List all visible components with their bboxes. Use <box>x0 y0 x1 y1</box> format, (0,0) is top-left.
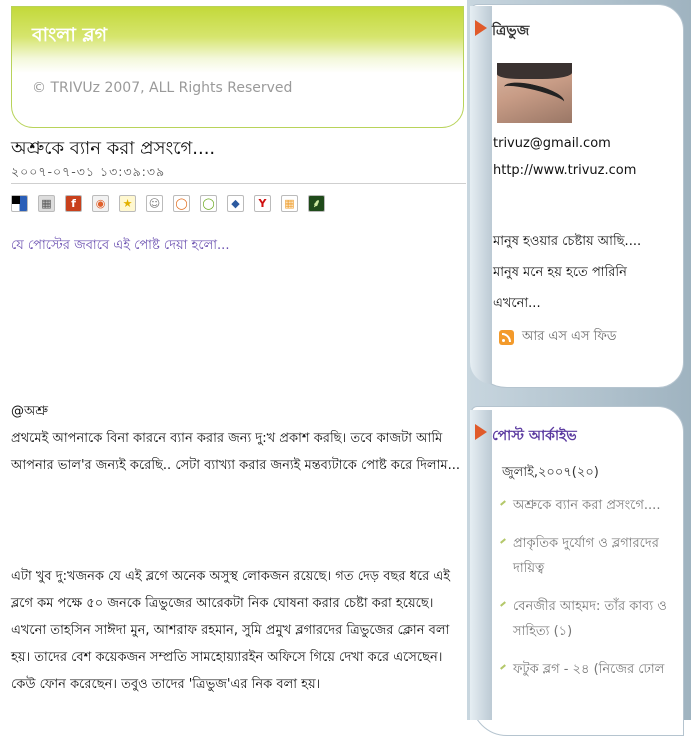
avatar-glasses <box>501 77 567 112</box>
archive-post-link[interactable]: ফটুক ব্লগ - ২৪ (নিজের ঢোল <box>500 657 680 682</box>
reddit-icon[interactable]: ☺ <box>146 195 163 212</box>
profile-name: ত্রিভুজ <box>492 23 530 39</box>
wheat-icon[interactable]: ⸙ <box>308 195 325 212</box>
post-date: ২০০৭-০৭-৩১ ১৩:৩৯:৩৯ <box>11 164 166 179</box>
post-divider <box>11 183 466 184</box>
blog-header: বাংলা ব্লগ © TRIVUz 2007, ALL Rights Res… <box>11 6 464 128</box>
post-paragraph-1: প্রথমেই আপনাকে বিনা কারনে ব্যান করার জন্… <box>11 431 461 473</box>
profile-url[interactable]: http://www.trivuz.com <box>493 163 636 178</box>
avatar-hair <box>497 63 572 79</box>
grid-icon[interactable]: ▦ <box>281 195 298 212</box>
arrow-right-icon <box>475 424 487 440</box>
green-circle-icon[interactable]: ◯ <box>200 195 217 212</box>
digg-icon[interactable]: ▦ <box>38 195 55 212</box>
blinklist-icon[interactable]: ◉ <box>92 195 109 212</box>
archive-post-link[interactable]: বেনজীর আহমদ: তাঁর কাব্য ও সাহিত্য (১) <box>500 594 680 644</box>
profile-card-spine <box>470 6 492 384</box>
post-mention: @অশ্রু <box>11 404 49 419</box>
rss-icon <box>499 330 514 345</box>
archive-title: পোস্ট আর্কাইভ <box>492 428 577 444</box>
archive-card-spine <box>470 410 492 720</box>
star-icon[interactable]: ★ <box>119 195 136 212</box>
profile-email: trivuz@gmail.com <box>493 136 611 151</box>
avatar[interactable] <box>497 63 572 123</box>
delicious-icon[interactable] <box>11 195 28 212</box>
blog-copyright: © TRIVUz 2007, ALL Rights Reserved <box>32 80 293 96</box>
profile-about-line-3: এখনো... <box>493 296 541 311</box>
archive-post-list: অশ্রুকে ব্যান করা প্রসংগে.... প্রাকৃতিক … <box>500 493 680 695</box>
archive-month[interactable]: জুলাই,২০০৭(২০) <box>502 463 599 484</box>
rss-feed-link[interactable]: আর এস এস ফিড <box>499 327 616 348</box>
share-icons-row: ▦ f ◉ ★ ☺ ◯ ◯ ◆ Y ▦ ⸙ <box>11 195 325 212</box>
blog-title[interactable]: বাংলা ব্লগ <box>32 21 107 53</box>
archive-post-link[interactable]: অশ্রুকে ব্যান করা প্রসংগে.... <box>500 493 680 518</box>
post-paragraph-2: এটা খুব দু:খজনক যে এই ব্লগে অনেক অসুস্থ … <box>11 569 451 692</box>
archive-post-link[interactable]: প্রাকৃতিক দুর্যোগ ও ব্লগারদের দায়িত্ব <box>500 531 680 581</box>
rss-label: আর এস এস ফিড <box>522 329 617 344</box>
orange-circle-icon[interactable]: ◯ <box>173 195 190 212</box>
reply-link[interactable]: যে পোস্টের জবাবে এই পোষ্ট দেয়া হলো... <box>11 236 229 257</box>
arrow-right-icon <box>475 20 487 36</box>
yahoo-icon[interactable]: Y <box>254 195 271 212</box>
profile-about: মানুষ হওয়ার চেষ্টায় আছি.... মানুষ মনে … <box>493 226 678 319</box>
profile-about-line-1: মানুষ হওয়ার চেষ্টায় আছি.... <box>493 234 642 249</box>
ma-gnolia-icon[interactable]: ◆ <box>227 195 244 212</box>
furl-icon[interactable]: f <box>65 195 82 212</box>
profile-about-line-2: মানুষ মনে হয় হতে পারিনি <box>493 265 627 280</box>
post-title[interactable]: অশ্রুকে ব্যান করা প্রসংগে.... <box>11 134 215 165</box>
